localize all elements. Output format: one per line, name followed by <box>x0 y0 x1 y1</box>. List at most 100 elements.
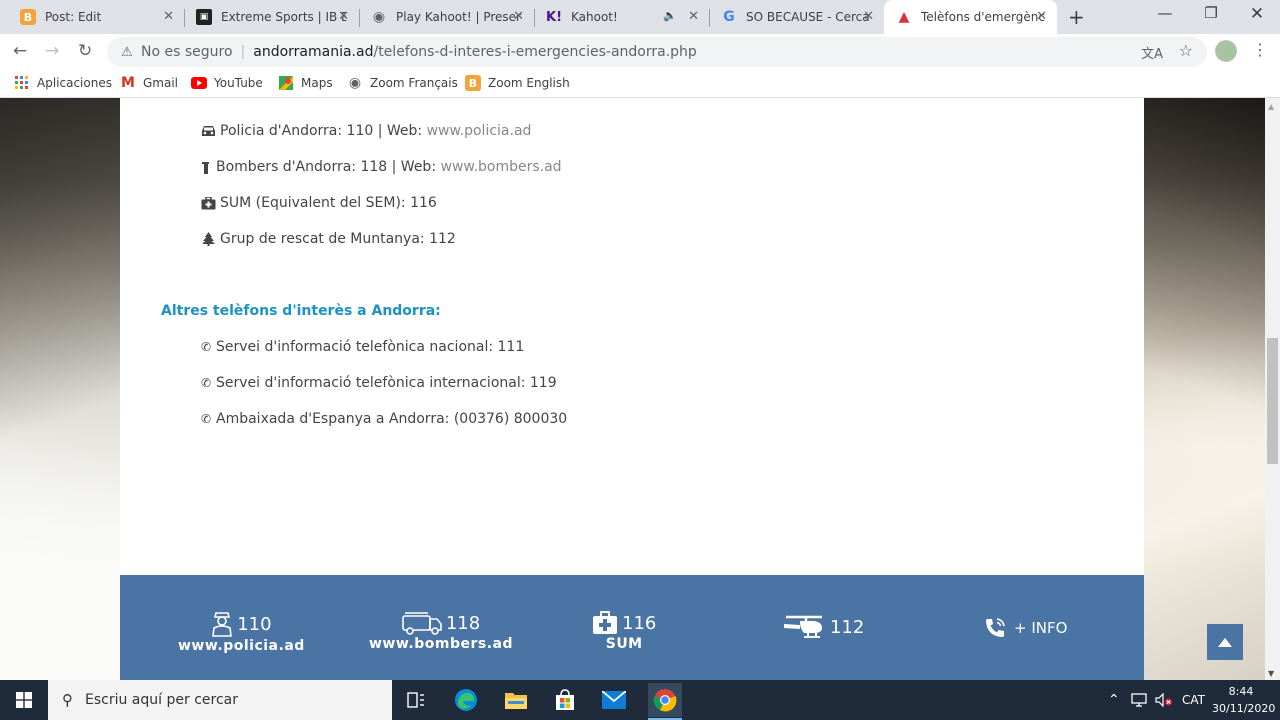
bookmark-maps[interactable]: Maps <box>278 75 333 91</box>
bookmark-label: Aplicaciones <box>37 76 112 90</box>
globe-icon: ◉ <box>372 9 386 25</box>
maps-icon <box>278 75 294 91</box>
policia-link[interactable]: www.policia.ad <box>427 123 532 139</box>
show-hidden-icons-chevron[interactable]: ⌃ <box>1108 680 1120 720</box>
forward-button[interactable]: → <box>45 41 59 61</box>
chrome-icon[interactable] <box>648 683 682 717</box>
bookmark-label: Gmail <box>143 76 179 90</box>
apps-grid-icon <box>14 75 30 91</box>
scrollbar-thumb[interactable] <box>1267 338 1278 464</box>
system-clock[interactable]: 8:44 30/11/2020 <box>1212 683 1275 717</box>
task-view-icon[interactable] <box>402 686 430 714</box>
search-placeholder: Escriu aquí per cercar <box>85 692 238 708</box>
footer-more-info[interactable]: + INFO <box>984 617 1067 639</box>
bookmark-label: Zoom Français <box>370 76 458 90</box>
footer-rescat[interactable]: 112 <box>782 615 864 639</box>
tab-kahoot[interactable]: K! Kahoot! 🔈 ✕ <box>534 0 710 34</box>
list-item-rescat: Grup de rescat de Muntanya: 112 <box>200 231 456 247</box>
kahoot-icon: K! <box>546 9 563 25</box>
address-bar[interactable]: ⚠ No es seguro | andorramania.ad/telefon… <box>107 37 1207 67</box>
security-label[interactable]: No es seguro <box>141 44 233 60</box>
tab-google-search[interactable]: G SO BECAUSE - Cerca ✕ <box>709 0 884 34</box>
bookmark-zoom-francais[interactable]: ◉ Zoom Français <box>347 75 458 91</box>
footer-bombers[interactable]: 118 www.bombers.ad <box>369 611 513 652</box>
car-icon <box>200 123 216 139</box>
youtube-icon <box>191 75 207 91</box>
tab-telefons-emergencia[interactable]: ▲ Telèfons d'emergènc ✕ <box>884 0 1057 34</box>
tab-label: Kahoot! <box>571 10 618 24</box>
tab-label: SO BECAUSE - Cerca <box>746 10 870 24</box>
scroll-down-arrow-icon[interactable]: ▼ <box>1268 669 1274 678</box>
translate-icon[interactable]: 文A <box>1141 43 1163 62</box>
taskbar-search-box[interactable]: ⚲ Escriu aquí per cercar <box>48 680 392 720</box>
tab-post-edit[interactable]: B Post: Edit ✕ <box>8 0 185 34</box>
bookmark-aplicaciones[interactable]: Aplicaciones <box>14 75 112 91</box>
footer-policia[interactable]: 110 www.policia.ad <box>178 611 305 654</box>
blogger-icon: B <box>20 9 36 25</box>
fire-extinguisher-icon <box>200 159 212 175</box>
list-item-sum: SUM (Equivalent del SEM): 116 <box>200 195 437 211</box>
close-icon[interactable]: ✕ <box>688 9 699 24</box>
scroll-up-arrow-icon[interactable]: ▲ <box>1268 102 1274 111</box>
google-icon: G <box>723 9 735 25</box>
list-item-ambaixada: ✆ Ambaixada d'Espanya a Andorra: (00376)… <box>200 411 568 427</box>
tab-label: Extreme Sports | IB E <box>221 10 346 24</box>
warning-icon[interactable]: ⚠ <box>119 44 135 60</box>
tab-play-kahoot[interactable]: ◉ Play Kahoot! | Presen ✕ <box>359 0 535 34</box>
restore-button[interactable]: ❐ <box>1191 4 1231 22</box>
bookmark-zoom-english[interactable]: B Zoom English <box>465 75 570 91</box>
ib-icon: ▣ <box>196 9 212 25</box>
phone-icon: ✆ <box>200 340 212 354</box>
close-window-button[interactable]: ✕ <box>1237 4 1277 24</box>
footer-sum[interactable]: 116 SUM <box>592 611 656 652</box>
close-icon[interactable]: ✕ <box>513 9 524 24</box>
bookmark-youtube[interactable]: YouTube <box>191 75 263 91</box>
new-tab-button[interactable]: + <box>1068 5 1085 29</box>
phone-icon: ✆ <box>200 412 212 426</box>
close-icon[interactable]: ✕ <box>863 9 874 24</box>
profile-avatar[interactable] <box>1215 40 1237 62</box>
blogger-icon: B <box>465 75 481 91</box>
bookmarks-bar: Aplicaciones M Gmail YouTube Maps ◉ Zoom… <box>0 70 1280 98</box>
input-language-indicator[interactable]: CAT <box>1182 680 1205 720</box>
browser-menu-icon[interactable]: ⋮ <box>1252 40 1268 59</box>
notification-center-icon[interactable] <box>1272 680 1278 720</box>
speaker-icon[interactable]: 🔈 <box>663 9 677 22</box>
globe-icon: ◉ <box>348 75 362 91</box>
page-scrollbar[interactable]: ▲ ▼ <box>1265 98 1280 680</box>
browser-toolbar: ← → ↻ ⚠ No es seguro | andorramania.ad/t… <box>0 34 1280 70</box>
gmail-icon: M <box>121 75 135 91</box>
scroll-to-top-button[interactable] <box>1207 624 1243 660</box>
bombers-link[interactable]: www.bombers.ad <box>441 159 562 175</box>
url-domain: andorramania.ad <box>253 44 374 60</box>
minimize-button[interactable]: — <box>1145 4 1185 22</box>
main-content: Policia d'Andorra: 110 | Web: www.polici… <box>120 98 1144 575</box>
close-icon[interactable]: ✕ <box>338 9 349 24</box>
mail-icon[interactable] <box>600 686 628 714</box>
close-icon[interactable]: ✕ <box>1036 9 1047 24</box>
bookmark-gmail[interactable]: M Gmail <box>120 75 178 91</box>
list-item-info-internacional: ✆ Servei d'informació telefònica interna… <box>200 375 557 391</box>
mountain-background-left <box>0 98 120 680</box>
tab-label: Telèfons d'emergènc <box>921 10 1045 24</box>
bookmark-label: Maps <box>301 76 333 90</box>
phone-icon: ✆ <box>200 376 212 390</box>
file-explorer-icon[interactable] <box>502 686 530 714</box>
section-heading: Altres telèfons d'interès a Andorra: <box>161 303 441 319</box>
tab-extreme-sports[interactable]: ▣ Extreme Sports | IB E ✕ <box>184 0 360 34</box>
edge-browser-icon[interactable] <box>452 686 480 714</box>
volume-muted-icon[interactable] <box>1155 680 1173 720</box>
reload-button[interactable]: ↻ <box>78 41 92 61</box>
microsoft-store-icon[interactable] <box>551 686 579 714</box>
helicopter-icon <box>782 615 826 639</box>
url-path: /telefons-d-interes-i-emergencies-andorr… <box>373 44 697 60</box>
back-button[interactable]: ← <box>13 41 27 61</box>
tab-label: Post: Edit <box>45 10 102 24</box>
start-button[interactable] <box>0 680 48 720</box>
bookmark-star-icon[interactable]: ☆ <box>1179 41 1193 60</box>
close-icon[interactable]: ✕ <box>163 9 174 24</box>
tab-strip: B Post: Edit ✕ ▣ Extreme Sports | IB E ✕… <box>0 0 1280 34</box>
bookmark-label: Zoom English <box>488 76 570 90</box>
caret-up-icon <box>1218 637 1232 647</box>
network-icon[interactable] <box>1131 680 1147 720</box>
